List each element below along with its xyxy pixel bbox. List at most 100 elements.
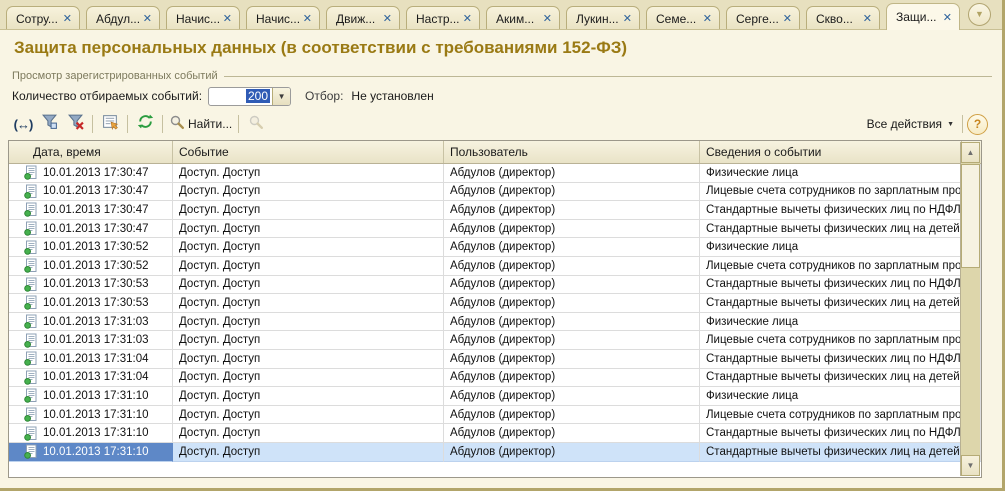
tab-close-icon[interactable]: ✕ (223, 12, 232, 25)
event-count-value[interactable]: 200 (209, 88, 272, 105)
clear-filter-button[interactable] (62, 113, 88, 135)
cell-event[interactable]: Доступ. Доступ (173, 164, 444, 183)
cell-date[interactable]: 10.01.2013 17:31:10 (9, 424, 173, 443)
cell-event[interactable]: Доступ. Доступ (173, 424, 444, 443)
cell-event[interactable]: Доступ. Доступ (173, 313, 444, 332)
cell-date[interactable]: 10.01.2013 17:31:10 (9, 406, 173, 425)
help-button[interactable]: ? (967, 114, 988, 135)
set-interval-button[interactable]: (↔) (10, 113, 36, 135)
tab-close-icon[interactable]: ✕ (383, 12, 392, 25)
cell-event[interactable]: Доступ. Доступ (173, 331, 444, 350)
table-row[interactable]: 10.01.2013 17:31:03 Доступ. Доступ Абдул… (9, 313, 981, 332)
column-header-date[interactable]: Дата, время (9, 141, 173, 163)
tab-11[interactable]: Защи... ✕ (886, 3, 960, 30)
tab-close-icon[interactable]: ✕ (703, 12, 712, 25)
table-row[interactable]: 10.01.2013 17:30:47 Доступ. Доступ Абдул… (9, 183, 981, 202)
scroll-up-button[interactable]: ▲ (961, 142, 980, 163)
tab-close-icon[interactable]: ✕ (863, 12, 872, 25)
scroll-down-button[interactable]: ▼ (961, 455, 980, 476)
tab-0[interactable]: Сотру... ✕ (6, 6, 80, 30)
tab-8[interactable]: Семе... ✕ (646, 6, 720, 30)
cell-date[interactable]: 10.01.2013 17:31:04 (9, 369, 173, 388)
cell-date[interactable]: 10.01.2013 17:31:10 (9, 387, 173, 406)
tab-close-icon[interactable]: ✕ (543, 12, 552, 25)
cell-user[interactable]: Абдулов (директор) (444, 387, 700, 406)
tab-10[interactable]: Скво... ✕ (806, 6, 880, 30)
cell-event[interactable]: Доступ. Доступ (173, 183, 444, 202)
cell-event[interactable]: Доступ. Доступ (173, 257, 444, 276)
table-row[interactable]: 10.01.2013 17:31:10 Доступ. Доступ Абдул… (9, 424, 981, 443)
tab-close-icon[interactable]: ✕ (943, 11, 952, 24)
cell-details[interactable]: Физические лица (700, 164, 981, 183)
cell-date[interactable]: 10.01.2013 17:30:52 (9, 238, 173, 257)
cell-event[interactable]: Доступ. Доступ (173, 350, 444, 369)
cell-user[interactable]: Абдулов (директор) (444, 201, 700, 220)
cell-date[interactable]: 10.01.2013 17:30:47 (9, 183, 173, 202)
table-row[interactable]: 10.01.2013 17:31:10 Доступ. Доступ Абдул… (9, 443, 981, 462)
cell-date[interactable]: 10.01.2013 17:31:04 (9, 350, 173, 369)
cell-user[interactable]: Абдулов (директор) (444, 369, 700, 388)
cell-details[interactable]: Физические лица (700, 238, 981, 257)
table-row[interactable]: 10.01.2013 17:30:52 Доступ. Доступ Абдул… (9, 238, 981, 257)
cell-event[interactable]: Доступ. Доступ (173, 406, 444, 425)
cell-user[interactable]: Абдулов (директор) (444, 331, 700, 350)
cell-date[interactable]: 10.01.2013 17:30:53 (9, 276, 173, 295)
cell-details[interactable]: Стандартные вычеты физических лиц по НДФ… (700, 350, 981, 369)
tab-overflow-button[interactable]: ▼ (968, 3, 991, 26)
tab-9[interactable]: Серге... ✕ (726, 6, 800, 30)
scrollbar-thumb[interactable] (961, 164, 980, 268)
tab-5[interactable]: Настр... ✕ (406, 6, 480, 30)
cell-details[interactable]: Лицевые счета сотрудников по зарплатным … (700, 406, 981, 425)
cancel-find-button[interactable] (243, 113, 269, 135)
cell-event[interactable]: Доступ. Доступ (173, 238, 444, 257)
column-header-event[interactable]: Событие (173, 141, 444, 163)
cell-details[interactable]: Физические лица (700, 313, 981, 332)
table-row[interactable]: 10.01.2013 17:31:04 Доступ. Доступ Абдул… (9, 369, 981, 388)
cell-event[interactable]: Доступ. Доступ (173, 387, 444, 406)
cell-user[interactable]: Абдулов (директор) (444, 276, 700, 295)
table-row[interactable]: 10.01.2013 17:30:47 Доступ. Доступ Абдул… (9, 220, 981, 239)
cell-user[interactable]: Абдулов (директор) (444, 350, 700, 369)
tab-close-icon[interactable]: ✕ (303, 12, 312, 25)
table-row[interactable]: 10.01.2013 17:31:10 Доступ. Доступ Абдул… (9, 406, 981, 425)
tab-6[interactable]: Аким... ✕ (486, 6, 560, 30)
cell-details[interactable]: Лицевые счета сотрудников по зарплатным … (700, 183, 981, 202)
cell-details[interactable]: Лицевые счета сотрудников по зарплатным … (700, 257, 981, 276)
table-row[interactable]: 10.01.2013 17:30:47 Доступ. Доступ Абдул… (9, 164, 981, 183)
tab-3[interactable]: Начис... ✕ (246, 6, 320, 30)
cell-user[interactable]: Абдулов (директор) (444, 220, 700, 239)
cell-user[interactable]: Абдулов (директор) (444, 183, 700, 202)
cell-details[interactable]: Стандартные вычеты физических лиц на дет… (700, 294, 981, 313)
cell-details[interactable]: Стандартные вычеты физических лиц по НДФ… (700, 201, 981, 220)
tab-close-icon[interactable]: ✕ (63, 12, 72, 25)
vertical-scrollbar[interactable]: ▲ ▼ (960, 142, 980, 476)
cell-event[interactable]: Доступ. Доступ (173, 276, 444, 295)
event-count-combobox[interactable]: 200 ▼ (208, 87, 291, 106)
cell-event[interactable]: Доступ. Доступ (173, 443, 444, 462)
table-row[interactable]: 10.01.2013 17:31:04 Доступ. Доступ Абдул… (9, 350, 981, 369)
cell-user[interactable]: Абдулов (директор) (444, 406, 700, 425)
cell-user[interactable]: Абдулов (директор) (444, 443, 700, 462)
find-button[interactable]: Найти... (167, 113, 234, 135)
cell-details[interactable]: Физические лица (700, 387, 981, 406)
table-row[interactable]: 10.01.2013 17:31:03 Доступ. Доступ Абдул… (9, 331, 981, 350)
cell-details[interactable]: Стандартные вычеты физических лиц по НДФ… (700, 424, 981, 443)
tab-7[interactable]: Лукин... ✕ (566, 6, 640, 30)
cell-date[interactable]: 10.01.2013 17:30:47 (9, 201, 173, 220)
cell-details[interactable]: Лицевые счета сотрудников по зарплатным … (700, 331, 981, 350)
tab-1[interactable]: Абдул... ✕ (86, 6, 160, 30)
table-row[interactable]: 10.01.2013 17:31:10 Доступ. Доступ Абдул… (9, 387, 981, 406)
cell-event[interactable]: Доступ. Доступ (173, 294, 444, 313)
cell-details[interactable]: Стандартные вычеты физических лиц на дет… (700, 443, 981, 462)
cell-event[interactable]: Доступ. Доступ (173, 369, 444, 388)
cell-date[interactable]: 10.01.2013 17:30:47 (9, 164, 173, 183)
table-row[interactable]: 10.01.2013 17:30:53 Доступ. Доступ Абдул… (9, 294, 981, 313)
tab-close-icon[interactable]: ✕ (463, 12, 472, 25)
cell-date[interactable]: 10.01.2013 17:31:10 (9, 443, 173, 462)
cell-user[interactable]: Абдулов (директор) (444, 164, 700, 183)
tab-close-icon[interactable]: ✕ (143, 12, 152, 25)
cell-event[interactable]: Доступ. Доступ (173, 201, 444, 220)
column-header-details[interactable]: Сведения о событии (700, 141, 962, 163)
cell-details[interactable]: Стандартные вычеты физических лиц по НДФ… (700, 276, 981, 295)
table-row[interactable]: 10.01.2013 17:30:52 Доступ. Доступ Абдул… (9, 257, 981, 276)
